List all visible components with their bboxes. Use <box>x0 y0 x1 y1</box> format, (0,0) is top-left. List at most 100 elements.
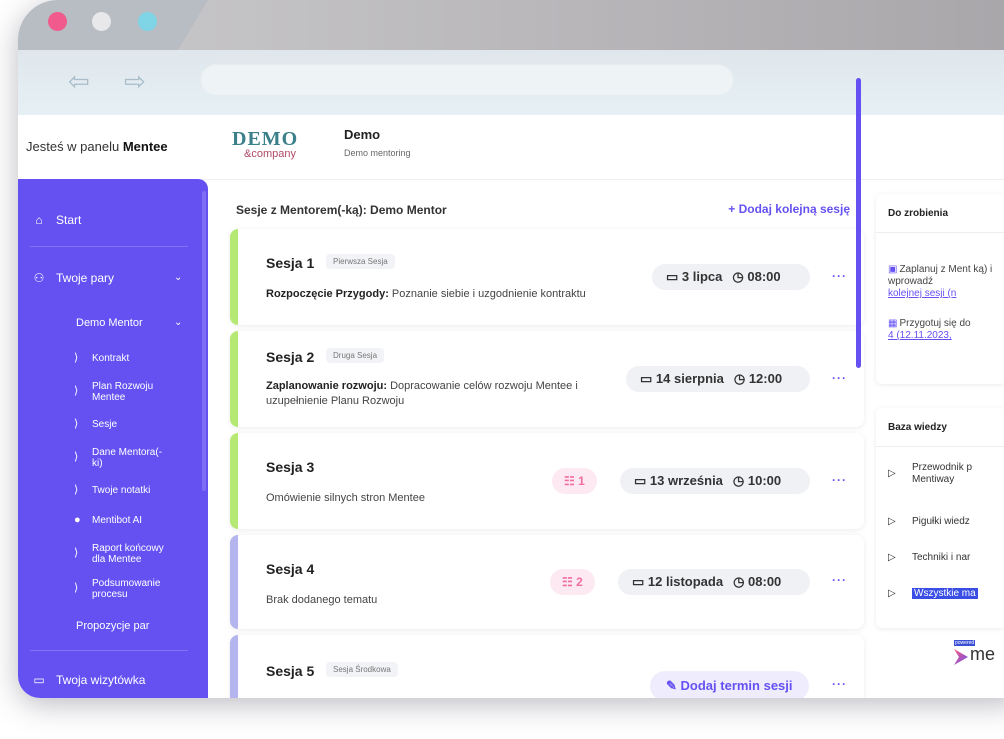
brain-icon: ● <box>74 514 81 526</box>
sidebar-item-card[interactable]: ▭ Twoja wizytówka <box>32 673 145 687</box>
sessions-scrollbar[interactable] <box>856 78 861 368</box>
sidebar-item-proposals[interactable]: Propozycje par <box>76 620 149 632</box>
panel-prefix: Jesteś w panelu <box>26 139 123 154</box>
calendar-icon: ▭ <box>33 673 45 687</box>
knowledge-item[interactable]: ▷ Wszystkie ma <box>888 588 978 600</box>
sidebar-item-pairs[interactable]: ⚇ Twoje pary <box>32 271 114 285</box>
more-options-icon[interactable]: ··· <box>832 677 847 691</box>
session-title: Sesja 3 <box>266 459 315 475</box>
address-bar[interactable] <box>200 63 734 95</box>
knowledge-item-label: Pigułki wiedz <box>912 516 970 527</box>
session-card[interactable]: Sesja 2 Druga Sesja Zaplanowanie rozwoju… <box>230 331 864 427</box>
todo-item-link[interactable]: kolejnej sesji (n <box>888 288 956 299</box>
chevron-down-icon[interactable]: ⌄ <box>174 272 182 283</box>
chevron-down-icon[interactable]: ⌄ <box>174 317 182 328</box>
todo-item[interactable]: ▦ Przygotuj się do 4 (12.11.2023, <box>888 318 1004 342</box>
more-options-icon[interactable]: ··· <box>832 473 847 487</box>
sidebar-sub-summary[interactable]: ⟩ Podsumowanie procesu <box>74 578 176 600</box>
session-datetime[interactable]: ▭ 12 listopada ◷ 08:00 <box>618 569 810 595</box>
session-description: Brak dodanego tematu <box>266 594 378 606</box>
session-card[interactable]: Sesja 4 Brak dodanego tematu ☷ 2 ▭ 12 li… <box>230 535 864 629</box>
tasks-badge[interactable]: ☷ 2 <box>550 569 595 595</box>
users-icon: ⚇ <box>33 271 45 285</box>
session-status-bar <box>230 635 238 698</box>
todo-item[interactable]: ▣ Zaplanuj z Ment ką) i wprowadź kolejnej … <box>888 264 1004 300</box>
todo-item-link[interactable]: 4 (12.11.2023, <box>888 330 952 341</box>
calendar-icon: ▭ <box>666 269 679 284</box>
add-session-date-label: Dodaj termin sesji <box>680 678 793 693</box>
browser-tab[interactable] <box>178 0 1004 50</box>
chevron-right-icon: ⟩ <box>74 418 79 430</box>
sidebar-item-start[interactable]: ⌂ Start <box>32 213 81 227</box>
more-options-icon[interactable]: ··· <box>832 269 847 283</box>
session-datetime[interactable]: ▭ 13 września ◷ 10:00 <box>620 468 810 494</box>
session-tag: Pierwsza Sesja <box>326 254 395 269</box>
todo-item-text: Przygotuj się do <box>899 318 971 329</box>
close-window-button[interactable] <box>48 12 67 31</box>
sidebar-sub-mentor-data[interactable]: ⟩ Dane Mentora(-ki) <box>74 447 172 469</box>
clock-icon: ◷ <box>733 371 746 386</box>
clock-icon: ◷ <box>733 574 745 589</box>
sidebar-sub-mentibot[interactable]: ● Mentibot AI <box>74 515 143 527</box>
todo-title: Do zrobienia <box>888 208 949 219</box>
session-card[interactable]: Sesja 3 Omówienie silnych stron Mentee ☷… <box>230 433 864 529</box>
chevron-right-icon: ⟩ <box>74 582 79 594</box>
knowledge-item[interactable]: ▷ Pigułki wiedz <box>888 516 970 528</box>
sidebar-divider <box>30 246 188 247</box>
sidebar-sub-notes[interactable]: ⟩ Twoje notatki <box>74 485 151 497</box>
tab-bar <box>18 0 1004 50</box>
session-title: Sesja 4 <box>266 561 315 577</box>
sidebar-sub-label: Kontrakt <box>92 353 130 364</box>
back-arrow-icon[interactable]: ⇦ <box>68 66 90 96</box>
session-card[interactable]: Sesja 1 Pierwsza Sesja Rozpoczęcie Przyg… <box>230 229 864 325</box>
sidebar-item-label: Twoje pary <box>56 271 115 285</box>
sidebar-divider <box>30 650 188 651</box>
more-options-icon[interactable]: ··· <box>832 573 847 587</box>
knowledge-item-label: Wszystkie ma <box>912 588 978 599</box>
add-session-date-button[interactable]: ✎ Dodaj termin sesji <box>650 671 809 698</box>
sidebar-sub-report[interactable]: ⟩ Raport końcowy dla Mentee <box>74 543 176 565</box>
session-time: 12:00 <box>748 371 783 386</box>
minimize-window-button[interactable] <box>92 12 111 31</box>
tasks-badge[interactable]: ☷ 1 <box>552 468 597 494</box>
calendar-icon: ▭ <box>640 371 653 386</box>
chevron-right-icon: ⟩ <box>74 547 79 559</box>
sidebar-sub-contract[interactable]: ⟩ Kontrakt <box>74 353 130 365</box>
sidebar-sub-plan[interactable]: ⟩ Plan Rozwoju Mentee <box>74 381 172 403</box>
panel-divider <box>876 232 1004 233</box>
session-title: Sesja 1 <box>266 255 315 271</box>
maximize-window-button[interactable] <box>138 12 157 31</box>
sidebar-item-label: Start <box>56 213 82 227</box>
checklist-icon: ☷ <box>564 474 575 488</box>
logo-sub-text: &company <box>244 148 296 160</box>
logo-main-text: DEMO <box>232 128 299 150</box>
session-datetime[interactable]: ▭ 3 lipca ◷ 08:00 <box>652 264 810 290</box>
sidebar-sub-sessions[interactable]: ⟩ Sesje <box>74 419 117 431</box>
knowledge-item[interactable]: ▷ Przewodnik p Mentiway <box>888 462 1004 486</box>
sidebar-sub-label: Twoje notatki <box>92 485 151 496</box>
program-title: Demo <box>344 127 381 142</box>
forward-arrow-icon[interactable]: ⇨ <box>124 66 146 96</box>
sidebar-sub-label: Mentibot AI <box>92 515 143 526</box>
program-subtitle: Demo mentoring <box>344 148 411 158</box>
session-card[interactable]: Sesja 5 Sesja Środkowa ✎ Dodaj termin se… <box>230 635 864 698</box>
sidebar-item-mentor[interactable]: Demo Mentor <box>76 317 143 329</box>
add-session-button[interactable]: + Dodaj kolejną sesję <box>728 202 850 216</box>
clock-icon: ◷ <box>732 473 745 488</box>
session-date: 3 lipca <box>681 269 723 284</box>
session-title: Sesja 5 <box>266 663 315 679</box>
sidebar-item-label: Demo Mentor <box>76 317 143 329</box>
panel-role: Mentee <box>122 139 168 154</box>
knowledge-item[interactable]: ▷ Techniki i nar <box>888 552 970 564</box>
company-logo: DEMO &company <box>232 129 322 163</box>
more-options-icon[interactable]: ··· <box>832 371 847 385</box>
chevron-right-icon: ⟩ <box>74 451 79 463</box>
session-time: 10:00 <box>747 473 782 488</box>
sidebar-item-label: Twoja wizytówka <box>56 673 146 687</box>
session-datetime[interactable]: ▭ 14 sierpnia ◷ 12:00 <box>626 366 810 392</box>
play-icon: ▷ <box>888 588 896 599</box>
chevron-right-icon: ⟩ <box>74 352 79 364</box>
sidebar-scrollbar[interactable] <box>202 191 206 491</box>
session-time: 08:00 <box>747 269 781 284</box>
knowledge-item-label: Przewodnik p Mentiway <box>912 462 973 485</box>
